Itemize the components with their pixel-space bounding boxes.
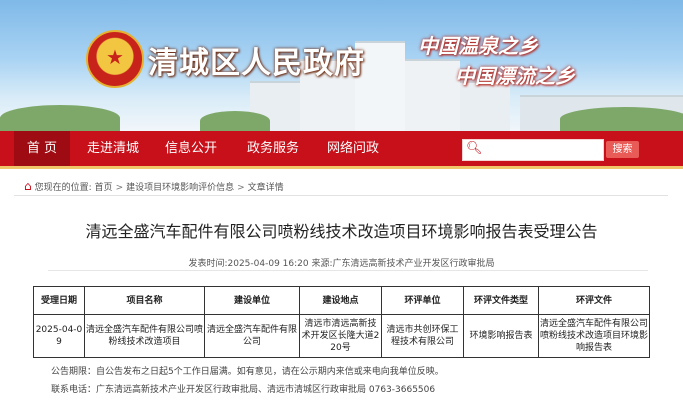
table-header-cell: 受理日期 bbox=[33, 286, 85, 315]
breadcrumb-current: 文章详情 bbox=[247, 183, 284, 193]
eia-acceptance-table: 受理日期 项目名称 建设单位 建设地点 环评单位 环评文件类型 环评文件 202… bbox=[33, 286, 650, 358]
search-input[interactable] bbox=[462, 139, 604, 161]
nav-item-home[interactable]: 首 页 bbox=[14, 131, 70, 166]
table-cell-location: 清远市清远高新技术开发区长隆大道220号 bbox=[299, 314, 382, 358]
table-cell-doc-type: 环境影响报告表 bbox=[463, 314, 539, 358]
header-banner: ★ 清城区人民政府 中国温泉之乡 中国漂流之乡 bbox=[0, 0, 683, 131]
breadcrumb-separator: > bbox=[115, 183, 124, 193]
nav-item-about-qingcheng[interactable]: 走进清城 bbox=[80, 131, 146, 166]
table-cell-project-name: 清远全盛汽车配件有限公司喷粉线技术改造项目 bbox=[84, 314, 205, 358]
national-emblem-icon: ★ bbox=[86, 30, 144, 88]
site-title[interactable]: 清城区人民政府 bbox=[148, 38, 365, 82]
search-icon[interactable]: 🔍︎ bbox=[466, 141, 483, 157]
breadcrumb-divider bbox=[14, 195, 668, 196]
table-header-row: 受理日期 项目名称 建设单位 建设地点 环评单位 环评文件类型 环评文件 bbox=[33, 286, 650, 315]
article-meta: 发表时间:2025-04-09 16:20 来源:广东清远高新技术产业开发区行政… bbox=[0, 256, 683, 269]
banner-tree bbox=[200, 111, 270, 131]
nav-item-gov-services[interactable]: 政务服务 bbox=[240, 131, 306, 166]
breadcrumb-prefix: 您现在的位置: bbox=[34, 183, 92, 193]
table-cell-eia-unit: 清远市共创环保工程技术有限公司 bbox=[381, 314, 464, 358]
breadcrumb: ⌂ 您现在的位置: 首页 > 建设项目环境影响评价信息 > 文章详情 bbox=[24, 179, 284, 193]
banner-tree bbox=[560, 107, 683, 131]
announcement-period: 公告期限：自公告发布之日起5个工作日届满。如有意见，请在公示期内来信或来电向我单… bbox=[51, 367, 444, 377]
publish-time: 2025-04-09 16:20 bbox=[227, 259, 309, 269]
publish-label: 发表时间: bbox=[188, 259, 228, 269]
table-cell-accept-date: 2025-04-09 bbox=[33, 314, 85, 358]
table-row: 2025-04-09 清远全盛汽车配件有限公司喷粉线技术改造项目 清远全盛汽车配… bbox=[33, 314, 650, 358]
table-cell-eia-document[interactable]: 清远全盛汽车配件有限公司喷粉线技术改造项目环境影响报告表 bbox=[538, 314, 650, 358]
search-button[interactable]: 搜索 bbox=[606, 141, 639, 158]
breadcrumb-separator: > bbox=[237, 183, 245, 193]
table-header-cell: 建设地点 bbox=[299, 286, 382, 315]
slogan-rafting: 中国漂流之乡 bbox=[455, 64, 575, 88]
table-cell-builder: 清远全盛汽车配件有限公司 bbox=[204, 314, 300, 358]
table-header-cell: 环评文件类型 bbox=[463, 286, 539, 315]
table-header-cell: 建设单位 bbox=[204, 286, 300, 315]
table-header-cell: 项目名称 bbox=[84, 286, 205, 315]
nav-item-online-inquiry[interactable]: 网络问政 bbox=[320, 131, 386, 166]
article-title: 清远全盛汽车配件有限公司喷粉线技术改造项目环境影响报告表受理公告 bbox=[85, 222, 598, 241]
breadcrumb-link-eia-info[interactable]: 建设项目环境影响评价信息 bbox=[126, 183, 234, 193]
meta-divider bbox=[48, 270, 648, 271]
table-header-cell: 环评单位 bbox=[381, 286, 464, 315]
breadcrumb-link-home[interactable]: 首页 bbox=[95, 183, 113, 193]
home-icon: ⌂ bbox=[24, 179, 32, 193]
slogan-hot-spring: 中国温泉之乡 bbox=[418, 34, 538, 58]
banner-tree bbox=[0, 105, 120, 131]
source-value: 广东清远高新技术产业开发区行政审批局 bbox=[332, 259, 495, 269]
source-label: 来源: bbox=[311, 259, 333, 269]
table-header-cell: 环评文件 bbox=[538, 286, 650, 315]
contact-phone: 联系电话：广东清远高新技术产业开发区行政审批局、清远市清城区行政审批局 0763… bbox=[51, 385, 436, 395]
nav-item-info-disclosure[interactable]: 信息公开 bbox=[158, 131, 224, 166]
